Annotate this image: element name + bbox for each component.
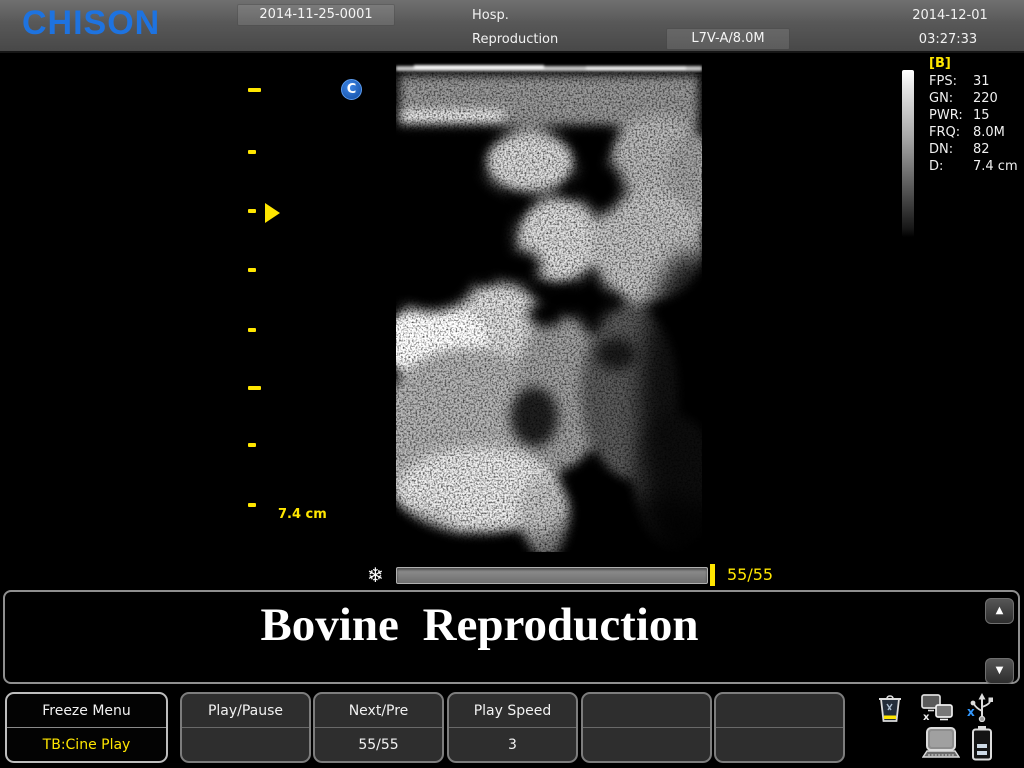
ruler-tick: [248, 503, 256, 507]
freeze-menu-button[interactable]: Freeze Menu TB:Cine Play: [5, 692, 168, 763]
system-date: 2014-12-01: [905, 7, 995, 25]
play-pause-button[interactable]: Play/Pause: [180, 692, 311, 763]
battery-icon: [971, 726, 993, 761]
softkey-toolbar: Freeze Menu TB:Cine Play Play/Pause Next…: [0, 686, 1024, 768]
probe-frequency-field[interactable]: L7V-A/8.0M: [666, 28, 790, 50]
cine-progress-bar[interactable]: [396, 567, 708, 584]
ultrasound-render: [396, 62, 702, 552]
softkey-empty-5[interactable]: [581, 692, 712, 763]
ruler-tick-major: [248, 88, 261, 92]
cine-position-cursor[interactable]: [710, 564, 715, 586]
param-fps: FPS: 31: [929, 73, 1018, 90]
svg-text:x: x: [923, 712, 930, 721]
freeze-snowflake-icon: ❄: [367, 563, 384, 587]
system-time: 03:27:33: [905, 31, 991, 49]
patient-id-field[interactable]: 2014-11-25-0001: [237, 4, 395, 26]
svg-text:x: x: [967, 705, 975, 719]
param-gain: GN: 220: [929, 90, 1018, 107]
trash-icon: [876, 694, 904, 724]
hospital-label: Hosp.: [472, 7, 509, 25]
chevron-down-icon: ▼: [996, 665, 1004, 676]
usb-disconnected-icon: x: [966, 692, 996, 722]
body-marker-c[interactable]: C: [341, 79, 362, 100]
ultrasound-image[interactable]: [396, 62, 702, 552]
scroll-up-button[interactable]: ▲: [985, 598, 1014, 624]
param-depth: D: 7.4 cm: [929, 158, 1018, 175]
keyboard-computer-icon: [922, 727, 960, 759]
softkey-empty-6[interactable]: [714, 692, 845, 763]
image-parameters: FPS: 31 GN: 220 PWR: 15 FRQ: 8.0M DN: 82…: [929, 73, 1018, 175]
ruler-tick: [248, 209, 256, 213]
ruler-tick: [248, 268, 256, 272]
exam-type-label: Reproduction: [472, 31, 558, 49]
param-dynamic-range: DN: 82: [929, 141, 1018, 158]
scroll-down-button[interactable]: ▼: [985, 658, 1014, 684]
depth-label: 7.4 cm: [278, 507, 327, 522]
exam-title: Bovine Reproduction: [5, 598, 954, 652]
top-status-bar: CHISON 2014-11-25-0001 Hosp. Reproductio…: [0, 0, 1024, 53]
ruler-tick: [248, 443, 256, 447]
network-disconnected-icon: x: [920, 694, 954, 721]
next-pre-button[interactable]: Next/Pre 55/55: [313, 692, 444, 763]
ruler-tick: [248, 150, 256, 154]
ruler-tick-major: [248, 386, 261, 390]
imaging-mode-label: [B]: [929, 56, 951, 71]
exam-title-panel: Bovine Reproduction ▲ 1/1 ▼: [3, 590, 1020, 684]
arrow-annotation-marker[interactable]: [265, 203, 280, 223]
chevron-up-icon: ▲: [996, 605, 1004, 616]
grayscale-map-bar: [902, 70, 914, 237]
param-power: PWR: 15: [929, 107, 1018, 124]
param-frequency: FRQ: 8.0M: [929, 124, 1018, 141]
ultrasound-console-screen: CHISON 2014-11-25-0001 Hosp. Reproductio…: [0, 0, 1024, 768]
play-speed-button[interactable]: Play Speed 3: [447, 692, 578, 763]
cine-frame-counter: 55/55: [727, 565, 773, 584]
ruler-tick: [248, 328, 256, 332]
brand-logo: CHISON: [22, 4, 160, 43]
